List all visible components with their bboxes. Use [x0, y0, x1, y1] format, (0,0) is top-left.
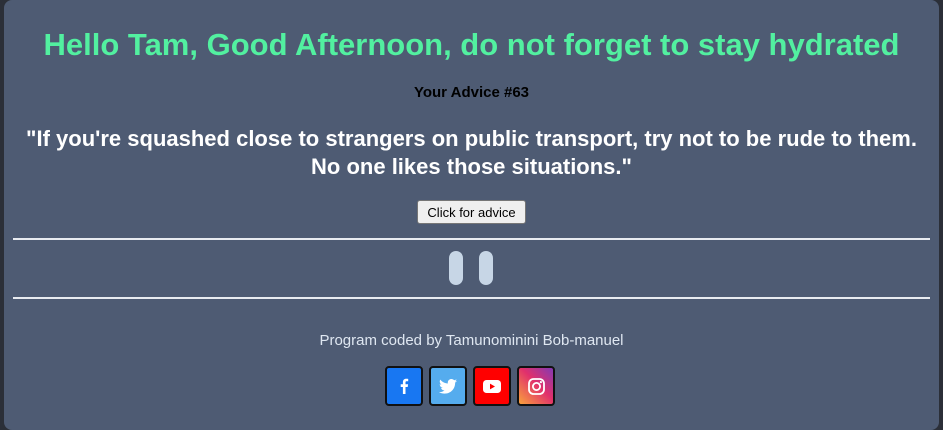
pause-button[interactable]: [449, 251, 495, 285]
instagram-link[interactable]: [517, 366, 555, 406]
advice-quote: "If you're squashed close to strangers o…: [26, 126, 917, 179]
advice-number: Your Advice #63: [413, 84, 530, 101]
divider-top: [13, 238, 930, 240]
facebook-link[interactable]: [385, 366, 423, 406]
click-for-advice-button[interactable]: Click for advice: [417, 200, 526, 224]
pause-icon-bar-right: [479, 251, 493, 285]
divider-bottom: [13, 297, 930, 299]
youtube-icon: [483, 379, 501, 393]
youtube-link[interactable]: [473, 366, 511, 406]
footer-credit: Program coded by Tamunominini Bob-manuel: [319, 332, 624, 349]
pause-icon-bar-left: [449, 251, 463, 285]
instagram-icon: [527, 377, 545, 395]
twitter-icon: [439, 378, 457, 394]
greeting-heading: Hello Tam, Good Afternoon, do not forget…: [43, 27, 900, 62]
twitter-link[interactable]: [429, 366, 467, 406]
advice-card: Hello Tam, Good Afternoon, do not forget…: [4, 0, 939, 430]
facebook-icon: [400, 378, 409, 394]
